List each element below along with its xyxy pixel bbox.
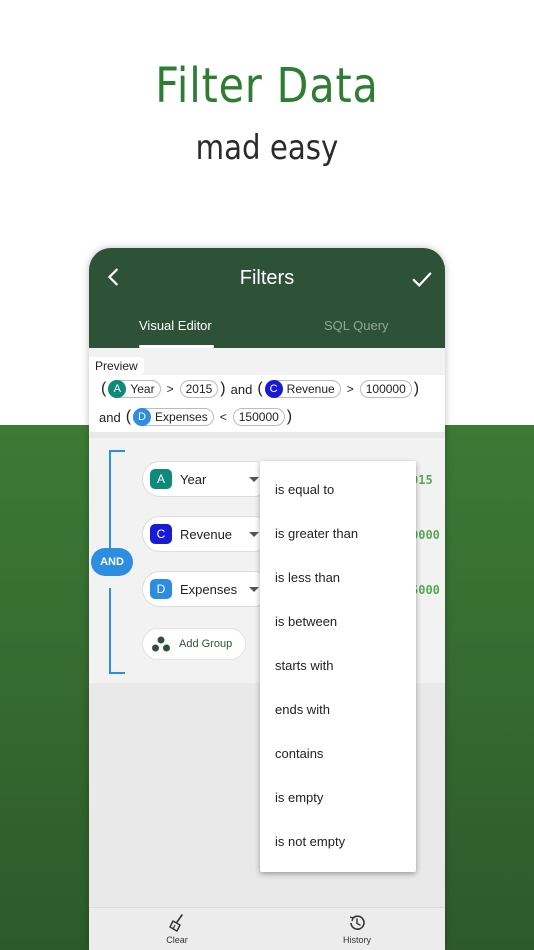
join-word: and [230,381,253,397]
column-name: Year [130,382,155,396]
close-paren: ) [286,408,293,425]
group-bracket-top [109,450,125,550]
preview-line-1: ( A Year > 2015 ) and ( C Revenue > 1000… [99,379,421,398]
clear-label: Clear [166,935,188,945]
tab-sql-query[interactable]: SQL Query [324,318,389,333]
menu-item-is-not-empty[interactable]: is not empty [275,834,345,849]
value-chip: 2015 [179,380,219,398]
group-bracket-bottom [109,588,125,674]
close-paren: ) [413,380,420,397]
phone-screen: Filters Visual Editor SQL Query Preview … [89,248,445,950]
column-letter-badge: A [108,379,127,398]
column-chip-revenue: C Revenue [264,379,341,398]
operator: > [166,382,174,396]
condition-column-select-year[interactable]: A Year [142,461,272,497]
operator: > [346,382,354,396]
column-chip-expenses: D Expenses [133,407,214,426]
preview-line-2: and ( D Expenses < 150000 ) [99,407,294,426]
column-letter-badge: C [150,524,172,544]
column-letter-badge: A [150,469,172,489]
join-word: and [99,409,121,425]
value-chip: 100000 [359,380,412,398]
menu-item-is-equal-to[interactable]: is equal to [275,482,334,497]
preview-section: Preview ( A Year > 2015 ) and ( C Revenu… [89,348,445,432]
menu-item-is-less-than[interactable]: is less than [275,570,340,585]
history-icon [349,915,365,930]
chevron-down-icon [249,531,259,537]
preview-expression: ( A Year > 2015 ) and ( C Revenue > 1000… [89,375,445,432]
menu-item-is-empty[interactable]: is empty [275,790,323,805]
condition-column-select-expenses[interactable]: D Expenses [142,571,272,607]
open-paren: ( [125,408,132,425]
menu-item-ends-with[interactable]: ends with [275,702,330,717]
value-chip: 150000 [232,408,285,426]
app-bar: Filters Visual Editor SQL Query [89,248,445,348]
clear-button[interactable]: Clear [137,913,217,945]
group-icon [152,636,170,652]
hero-subtitle: mad easy [195,128,339,168]
menu-item-is-greater-than[interactable]: is greater than [275,526,358,541]
menu-item-contains[interactable]: contains [275,746,323,761]
history-button[interactable]: History [317,913,397,945]
close-paren: ) [220,380,226,397]
column-name: Expenses [155,410,208,424]
add-group-label: Add Group [179,638,233,650]
condition-column-select-revenue[interactable]: C Revenue [142,516,272,552]
column-letter-badge: D [150,579,172,599]
group-operator-toggle[interactable]: AND [91,548,133,576]
app-bar-title: Filters [239,267,295,289]
bottom-bar: Clear History [89,907,445,950]
column-name: Year [180,471,207,487]
tab-visual-editor[interactable]: Visual Editor [139,318,212,333]
chevron-down-icon [249,476,259,482]
preview-label: Preview [89,357,144,375]
history-label: History [342,935,371,945]
broom-icon [169,914,183,932]
column-letter-badge: D [133,407,152,426]
open-paren: ( [257,380,263,397]
column-name: Revenue [286,382,335,396]
chevron-down-icon [249,586,259,592]
operator: < [219,410,227,424]
column-name: Revenue [180,526,233,542]
column-letter-badge: C [264,379,283,398]
check-icon[interactable] [411,268,433,290]
column-name: Expenses [180,581,238,597]
hero-title: Filter Data [155,58,379,114]
menu-item-is-between[interactable]: is between [275,614,337,629]
add-group-button[interactable]: Add Group [142,628,246,660]
column-chip-year: A Year [108,379,161,398]
operator-dropdown-menu: is equal to is greater than is less than… [260,461,416,872]
menu-item-starts-with[interactable]: starts with [275,658,334,673]
open-paren: ( [101,380,107,397]
